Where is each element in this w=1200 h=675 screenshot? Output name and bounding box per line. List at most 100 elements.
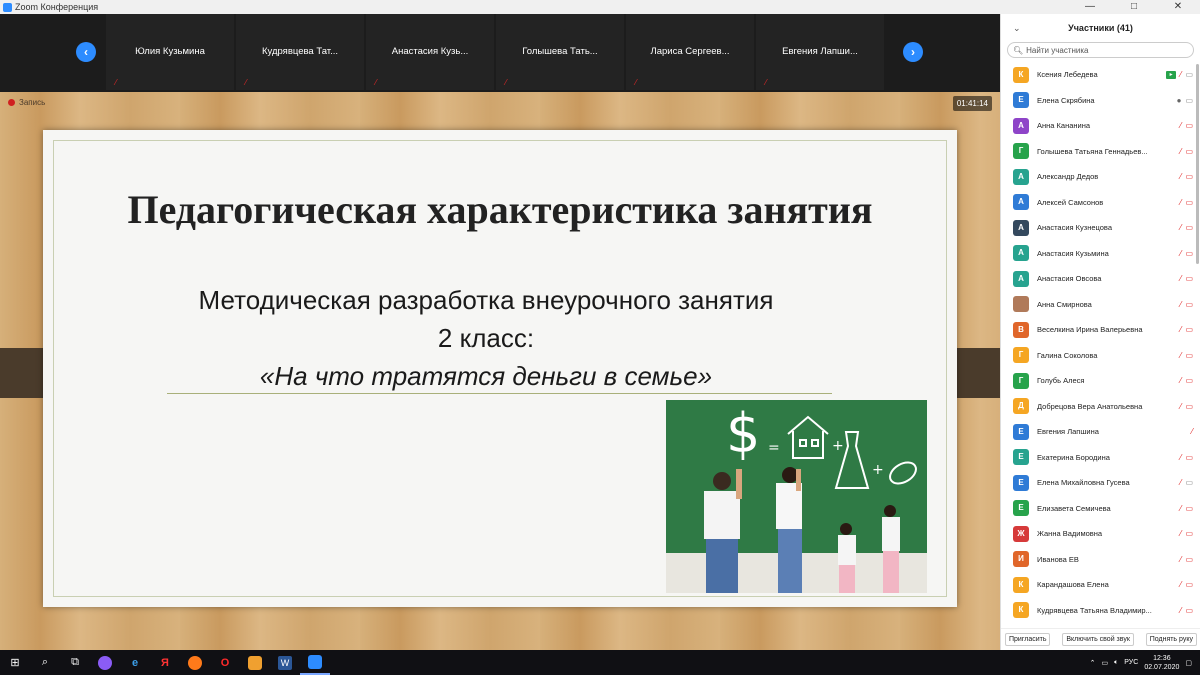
camera-icon: ▭ bbox=[1185, 70, 1193, 79]
system-tray: ⌃ ▭ 🔈︎ РУС 12:36 02.07.2020 ▢ bbox=[1090, 650, 1192, 675]
task-view-icon[interactable]: ⧉ bbox=[60, 650, 90, 675]
participant-row[interactable]: А Алексей Самсонов ⁄ ▭ bbox=[1001, 190, 1200, 216]
mic-muted-icon: ⁄ bbox=[1180, 121, 1182, 130]
participant-status-icons: ⁄ ▭ bbox=[1180, 521, 1193, 546]
participant-status-icons: ⁄ ▭ bbox=[1180, 190, 1193, 215]
slide-subtitle-line-3: «На что тратятся деньги в семье» bbox=[259, 361, 713, 391]
participant-search-input[interactable]: 🔍︎ Найти участника bbox=[1007, 42, 1194, 58]
strip-prev-arrow-icon[interactable]: ‹ bbox=[76, 42, 96, 62]
participant-row[interactable]: Е Екатерина Бородина ⁄ ▭ bbox=[1001, 445, 1200, 471]
camera-icon: ▭ bbox=[1185, 95, 1193, 105]
search-icon[interactable]: ⌕ bbox=[30, 650, 60, 675]
mic-muted-icon: ⁄ bbox=[1180, 197, 1182, 207]
app-icon-purple[interactable] bbox=[90, 650, 120, 675]
opera-icon[interactable]: O bbox=[210, 650, 240, 675]
video-thumb[interactable]: Юлия Кузьмина ⁄ bbox=[106, 14, 234, 90]
mic-icon: ● bbox=[1176, 95, 1182, 105]
close-button[interactable]: ✕ bbox=[1156, 0, 1200, 14]
toy-chalk-icon bbox=[889, 461, 917, 485]
participant-row[interactable]: А Анастасия Кузнецова ⁄ ▭ bbox=[1001, 215, 1200, 241]
maximize-button[interactable]: □ bbox=[1112, 0, 1156, 14]
participant-name: Анна Кананина bbox=[1037, 121, 1091, 131]
participant-row[interactable]: А Анна Кананина ⁄ ▭ bbox=[1001, 113, 1200, 139]
mic-muted-icon: ⁄ bbox=[1180, 325, 1182, 334]
participant-status-icons: ⁄ ▭ bbox=[1180, 241, 1193, 266]
participant-name: Галина Соколова bbox=[1037, 350, 1098, 360]
participant-row[interactable]: И Иванова ЕВ ⁄ ▭ bbox=[1001, 547, 1200, 573]
notifications-icon[interactable]: ▢ bbox=[1185, 659, 1192, 667]
windows-start-icon[interactable]: ⊞ bbox=[0, 650, 30, 675]
participant-row[interactable]: Г Голышева Татьяна Геннадьев... ⁄ ▭ bbox=[1001, 139, 1200, 165]
participant-row[interactable]: В Веселкина Ирина Валерьевна ⁄ ▭ bbox=[1001, 317, 1200, 343]
camera-off-icon: ▭ bbox=[1185, 172, 1193, 181]
participant-status-icons: ⁄ ▭ bbox=[1180, 215, 1193, 240]
video-thumb[interactable]: Евгения Лапши... ⁄ bbox=[756, 14, 884, 90]
raise-hand-button[interactable]: Поднять руку bbox=[1145, 633, 1197, 646]
participant-row[interactable]: А Анастасия Овсова ⁄ ▭ bbox=[1001, 266, 1200, 292]
tray-chevron-icon[interactable]: ⌃ bbox=[1090, 659, 1096, 667]
volume-icon[interactable]: 🔈︎ bbox=[1114, 659, 1118, 667]
participant-name: Карандашова Елена bbox=[1037, 580, 1109, 590]
participant-status-icons: ⁄ ▭ bbox=[1180, 572, 1193, 597]
record-icon bbox=[8, 99, 15, 106]
participant-name: Голубь Алеся bbox=[1037, 376, 1085, 386]
participant-row[interactable]: А Александр Дедов ⁄ ▭ bbox=[1001, 164, 1200, 190]
mic-muted-icon: ⁄ bbox=[1180, 223, 1182, 232]
participant-name: Голышева Татьяна Геннадьев... bbox=[1037, 146, 1148, 156]
participant-list: К Ксения Лебедева ▸ ⁄ ▭ Е Елена Скрябина ● ▭ А Ан… bbox=[1001, 62, 1200, 628]
participant-name: Анастасия Кузнецова bbox=[1037, 223, 1112, 233]
zoom-taskbar-icon[interactable] bbox=[300, 650, 330, 675]
camera-off-icon: ▭ bbox=[1185, 605, 1193, 615]
participant-row[interactable]: А Анастасия Кузьмина ⁄ ▭ bbox=[1001, 241, 1200, 267]
keyboard-language[interactable]: РУС bbox=[1124, 659, 1138, 666]
camera-icon: ▭ bbox=[1185, 478, 1193, 487]
participant-row[interactable]: Е Елена Скрябина ● ▭ bbox=[1001, 88, 1200, 114]
participant-row[interactable]: Ж Жанна Вадимовна ⁄ ▭ bbox=[1001, 521, 1200, 547]
strip-next-arrow-icon[interactable]: › bbox=[903, 42, 923, 62]
participant-row[interactable]: Г Голубь Алеся ⁄ ▭ bbox=[1001, 368, 1200, 394]
video-thumb[interactable]: Анастасия Кузь... ⁄ bbox=[366, 14, 494, 90]
app-icon-orange[interactable] bbox=[240, 650, 270, 675]
participant-name: Александр Дедов bbox=[1037, 172, 1099, 182]
camera-off-icon: ▭ bbox=[1185, 554, 1193, 564]
minimize-button[interactable]: — bbox=[1068, 0, 1112, 14]
participant-row[interactable]: Е Елена Михайловна Гусева ⁄ ▭ bbox=[1001, 470, 1200, 496]
mic-muted-icon: ⁄ bbox=[115, 78, 117, 87]
participant-status-icons: ⁄ ▭ bbox=[1180, 164, 1193, 189]
yandex-icon[interactable]: Я bbox=[150, 650, 180, 675]
participant-name: Добрецова Вера Анатольевна bbox=[1037, 401, 1143, 411]
avatar: А bbox=[1013, 245, 1029, 262]
participant-row[interactable]: К Ксения Лебедева ▸ ⁄ ▭ bbox=[1001, 62, 1200, 88]
participants-title: Участники (41) bbox=[1068, 23, 1133, 33]
avatar: К bbox=[1013, 66, 1029, 83]
taskbar-clock[interactable]: 12:36 02.07.2020 bbox=[1144, 654, 1179, 672]
video-thumb[interactable]: Лариса Сергеев... ⁄ bbox=[626, 14, 754, 90]
participant-row[interactable]: К Кудрявцева Татьяна Владимир... ⁄ ▭ bbox=[1001, 598, 1200, 624]
edge-icon[interactable]: e bbox=[120, 650, 150, 675]
network-icon[interactable]: ▭ bbox=[1101, 659, 1108, 667]
video-thumb[interactable]: Кудрявцева Тат... ⁄ bbox=[236, 14, 364, 90]
participant-row[interactable]: Д Добрецова Вера Анатольевна ⁄ ▭ bbox=[1001, 394, 1200, 420]
participant-row[interactable]: Анна Смирнова ⁄ ▭ bbox=[1001, 292, 1200, 318]
participant-list-scrollbar[interactable] bbox=[1196, 64, 1199, 264]
video-thumb-name: Кудрявцева Тат... bbox=[261, 46, 339, 57]
participant-status-icons: ⁄ ▭ bbox=[1180, 547, 1193, 572]
participant-row[interactable]: К Карандашова Елена ⁄ ▭ bbox=[1001, 572, 1200, 598]
avatar: Г bbox=[1013, 143, 1029, 160]
camera-off-icon: ▭ bbox=[1185, 376, 1193, 385]
participant-name: Елена Михайловна Гусева bbox=[1037, 478, 1130, 488]
firefox-icon[interactable] bbox=[180, 650, 210, 675]
invite-button[interactable]: Пригласить bbox=[1005, 633, 1051, 646]
avatar: К bbox=[1013, 576, 1029, 593]
chevron-down-icon[interactable]: ⌄ bbox=[1013, 14, 1021, 42]
unmute-button[interactable]: Включить свой звук bbox=[1062, 633, 1134, 646]
participant-row[interactable]: Е Елизавета Семичева ⁄ ▭ bbox=[1001, 496, 1200, 522]
participant-row[interactable]: Е Евгения Лапшина ⁄ bbox=[1001, 419, 1200, 445]
participant-row[interactable]: Г Галина Соколова ⁄ ▭ bbox=[1001, 343, 1200, 369]
camera-off-icon: ▭ bbox=[1185, 223, 1193, 232]
word-icon[interactable]: W bbox=[270, 650, 300, 675]
avatar: Е bbox=[1013, 92, 1029, 109]
avatar: К bbox=[1013, 602, 1029, 619]
video-thumb[interactable]: Голышева Тать... ⁄ bbox=[496, 14, 624, 90]
avatar: Г bbox=[1013, 372, 1029, 389]
